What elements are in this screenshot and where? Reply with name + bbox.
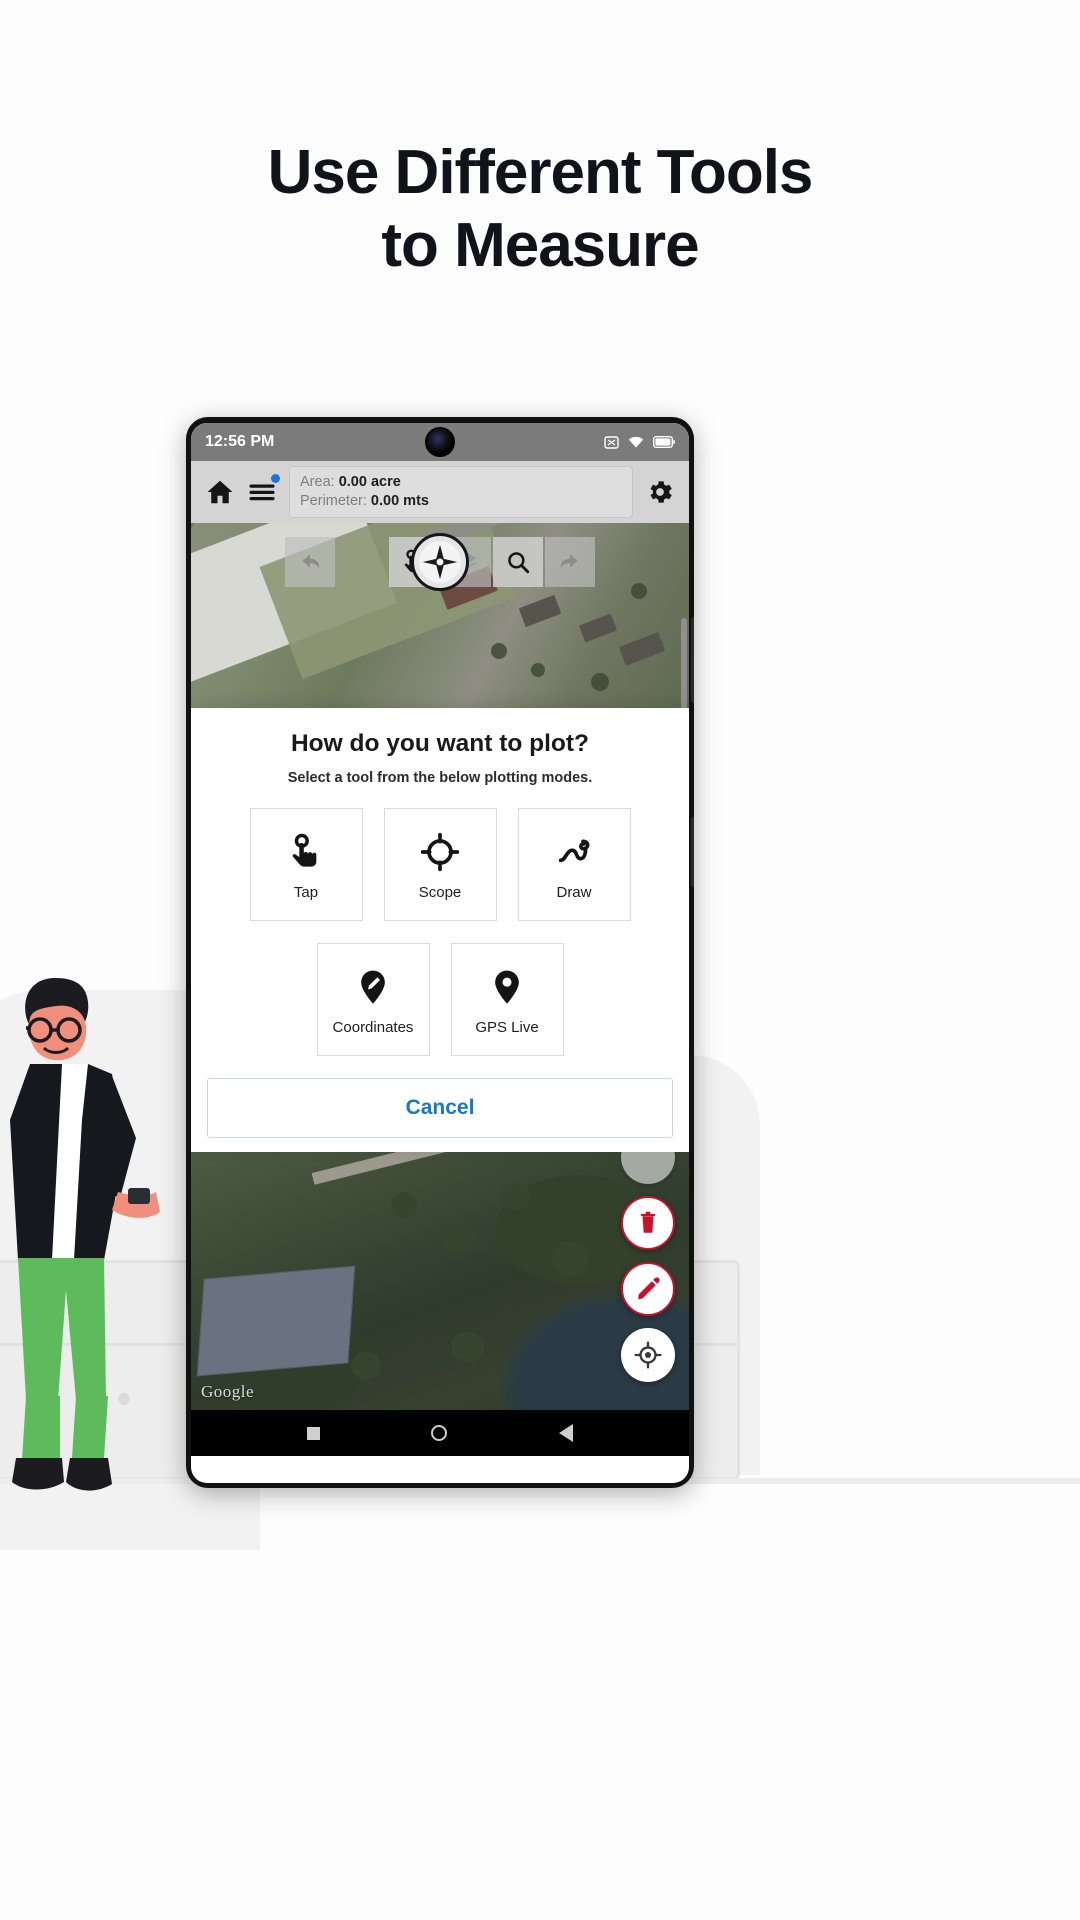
map-pin-icon: [487, 963, 527, 1011]
map-road-lower: [311, 1152, 451, 1185]
sheet-subtitle: Select a tool from the below plotting mo…: [287, 770, 593, 786]
map-tree-b: [441, 1222, 475, 1252]
map-tree-d: [551, 1242, 589, 1276]
page-title: Use Different Tools to Measure: [0, 136, 1080, 282]
map-tree-f: [451, 1332, 485, 1362]
status-bar: 12:56 PM: [191, 423, 689, 461]
area-value: 0.00 acre: [338, 474, 401, 491]
map-tree-e: [351, 1352, 381, 1380]
cancel-button[interactable]: Cancel: [207, 1078, 673, 1138]
menu-notification-badge: [271, 474, 280, 483]
phone-screen: 12:56 PM Area: 0.00 acre Perimeter: 0.00…: [191, 423, 689, 1483]
circle-icon[interactable]: [431, 1425, 448, 1441]
tool-card-gps-live[interactable]: GPS Live: [450, 943, 564, 1056]
map-tree-1: [491, 643, 507, 659]
map-view-top[interactable]: [191, 523, 689, 708]
home-icon[interactable]: [205, 477, 235, 507]
promo-screenshot: Use Different Tools to Measure 12:56 PM: [0, 0, 1080, 1920]
tool-label: Draw: [556, 884, 592, 901]
area-label: Area:: [300, 474, 335, 491]
redo-icon[interactable]: [545, 537, 595, 587]
map-view-bottom[interactable]: Google: [191, 1152, 689, 1410]
map-tree-a: [391, 1192, 417, 1218]
trash-icon[interactable]: [621, 1196, 675, 1250]
draw-squiggle-icon: [554, 828, 594, 876]
battery-icon: [653, 436, 675, 448]
tool-card-coordinates[interactable]: Coordinates: [316, 943, 430, 1056]
android-navigation-bar: [191, 1410, 689, 1456]
tool-label: GPS Live: [475, 1019, 539, 1036]
heading-line-1: Use Different Tools: [267, 138, 814, 207]
map-building-4: [618, 632, 666, 666]
tool-label: Tap: [293, 884, 319, 901]
phone-volume-button[interactable]: [691, 617, 694, 703]
status-time: 12:56 PM: [205, 433, 275, 450]
map-building-2: [518, 594, 562, 628]
map-tree-2: [531, 663, 545, 677]
sheet-title: How do you want to plot?: [290, 730, 590, 757]
map-building-3: [578, 613, 618, 643]
tool-row-1: Tap Scope Draw: [207, 808, 673, 921]
map-scrollbar[interactable]: [681, 618, 687, 708]
hidden-fab[interactable]: [621, 1152, 675, 1184]
crosshair-scope-icon: [420, 828, 460, 876]
tool-label: Coordinates: [332, 1019, 414, 1036]
map-fab-column: [621, 1152, 675, 1382]
hamburger-menu-icon[interactable]: [247, 474, 280, 507]
area-row: Area: 0.00 acre: [300, 473, 622, 492]
person-illustration: [10, 978, 160, 1491]
tool-card-tap[interactable]: Tap: [249, 808, 363, 921]
map-tree-3: [591, 673, 609, 691]
map-tree-c: [501, 1182, 531, 1210]
heading-line-2: to Measure: [381, 211, 699, 281]
plot-mode-sheet: How do you want to plot? Select a tool f…: [191, 708, 689, 1152]
map-building-lower: [196, 1265, 356, 1377]
square-icon[interactable]: [306, 1426, 320, 1440]
tool-row-2: Coordinates GPS Live: [207, 943, 673, 1056]
front-camera-punchhole: [425, 427, 455, 457]
undo-icon[interactable]: [285, 537, 335, 587]
perimeter-label: Perimeter:: [300, 493, 367, 509]
perimeter-value: 0.00 mts: [370, 493, 429, 509]
perimeter-row: Perimeter: 0.00 mts: [300, 492, 622, 511]
tap-hand-icon: [286, 828, 326, 876]
wifi-icon: [628, 436, 644, 447]
search-icon[interactable]: [493, 537, 543, 587]
crosshair-location-icon[interactable]: [621, 1328, 675, 1382]
map-pin-pencil-icon: [353, 963, 393, 1011]
tool-card-draw[interactable]: Draw: [517, 808, 631, 921]
tool-card-scope[interactable]: Scope: [383, 808, 497, 921]
compass-icon[interactable]: [411, 533, 469, 591]
google-watermark: Google: [201, 1382, 255, 1401]
phone-mockup: 12:56 PM Area: 0.00 acre Perimeter: 0.00…: [186, 417, 694, 1488]
tool-label: Scope: [418, 884, 462, 901]
app-toolbar: Area: 0.00 acre Perimeter: 0.00 mts: [191, 461, 689, 523]
triangle-back-icon[interactable]: [559, 1424, 574, 1442]
sim-card-icon: [604, 435, 619, 449]
phone-power-button[interactable]: [691, 817, 694, 887]
gear-icon[interactable]: [645, 477, 675, 507]
pencil-icon[interactable]: [621, 1262, 675, 1316]
measurement-readout[interactable]: Area: 0.00 acre Perimeter: 0.00 mts: [289, 466, 633, 518]
